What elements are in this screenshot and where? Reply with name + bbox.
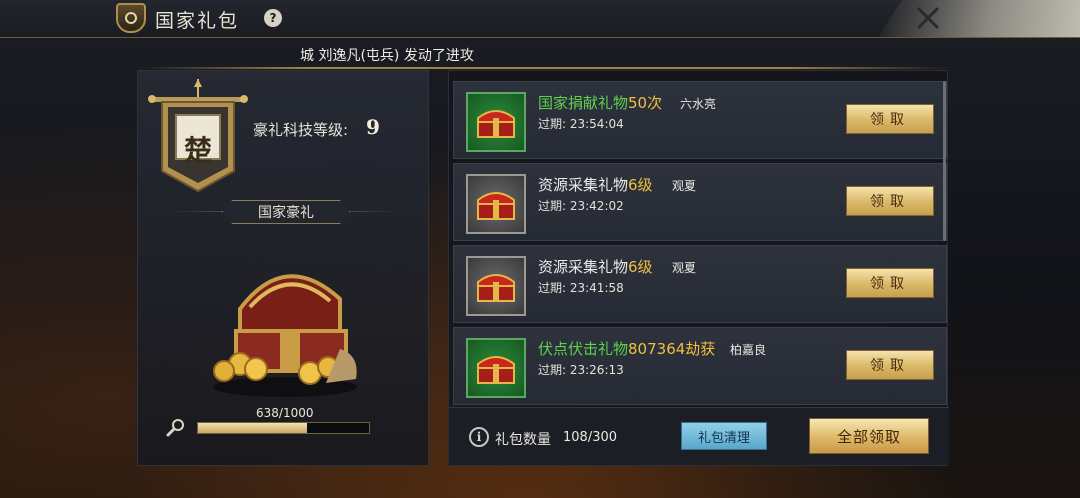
progress-bar-fill bbox=[198, 423, 308, 433]
magnifier-icon bbox=[166, 419, 184, 437]
gift-list-panel: 国家捐献礼物50次 六水亮 过期: 23:54:04 领取 资源采集礼物6级 观… bbox=[448, 70, 949, 466]
treasure-chest-image bbox=[213, 274, 357, 397]
notice-divider bbox=[140, 67, 948, 69]
tech-level-label: 豪礼科技等级: bbox=[253, 121, 349, 139]
gift-name: 资源采集礼物6级 bbox=[538, 174, 653, 195]
gift-emblem-icon bbox=[116, 3, 146, 33]
claim-button[interactable]: 领取 bbox=[846, 268, 934, 298]
gift-sender: 柏嘉良 bbox=[730, 343, 767, 357]
gift-expire-time: 过期: 23:26:13 bbox=[538, 363, 624, 377]
close-x-icon bbox=[917, 7, 939, 29]
gift-name-text: 伏点伏击礼物 bbox=[538, 340, 629, 358]
title-bar: 国家礼包 ? bbox=[0, 0, 1080, 38]
gift-name: 伏点伏击礼物807364劫获 bbox=[538, 338, 715, 359]
claim-all-button[interactable]: 全部领取 bbox=[809, 418, 929, 454]
progress-bar bbox=[197, 422, 370, 434]
gift-chest-icon bbox=[466, 256, 526, 316]
gift-name-highlight: 6级 bbox=[628, 176, 653, 194]
close-button[interactable] bbox=[878, 0, 1080, 37]
claim-button[interactable]: 领取 bbox=[846, 186, 934, 216]
claim-button[interactable]: 领取 bbox=[846, 104, 934, 134]
national-gift-panel: 楚 豪礼科技等级: 9 国家豪礼 638/1000 bbox=[137, 70, 429, 466]
gift-sender: 六水亮 bbox=[680, 97, 717, 111]
banner-character: 楚 bbox=[183, 134, 212, 167]
gift-name: 国家捐献礼物50次 bbox=[538, 92, 662, 113]
tech-level-value: 9 bbox=[366, 115, 380, 139]
gift-name-text: 资源采集礼物 bbox=[538, 258, 629, 276]
progress-text: 638/1000 bbox=[256, 406, 314, 420]
gift-name-highlight: 807364劫获 bbox=[628, 340, 716, 358]
clear-gifts-button[interactable]: 礼包清理 bbox=[681, 422, 767, 450]
battle-notice: 城 刘逸凡(屯兵) 发动了进攻 bbox=[300, 48, 474, 64]
gift-name-text: 国家捐献礼物 bbox=[538, 94, 629, 112]
gift-name-highlight: 6级 bbox=[628, 258, 653, 276]
info-icon[interactable]: i bbox=[469, 427, 489, 447]
gift-name: 资源采集礼物6级 bbox=[538, 256, 653, 277]
gift-count-value: 108/300 bbox=[563, 430, 618, 445]
gift-chest-icon bbox=[466, 174, 526, 234]
gift-footer: i 礼包数量 108/300 礼包清理 全部领取 bbox=[449, 407, 949, 465]
gift-row: 资源采集礼物6级 观夏 过期: 23:41:58 领取 bbox=[453, 245, 947, 323]
page-title: 国家礼包 bbox=[155, 10, 240, 32]
gift-sender: 观夏 bbox=[672, 261, 697, 275]
gift-sender: 观夏 bbox=[672, 179, 697, 193]
help-icon[interactable]: ? bbox=[264, 9, 282, 27]
section-title: 国家豪礼 bbox=[222, 200, 350, 224]
gift-chest-icon bbox=[466, 92, 526, 152]
gift-name-highlight: 50次 bbox=[628, 94, 663, 112]
gift-expire-time: 过期: 23:41:58 bbox=[538, 281, 624, 295]
gift-name-text: 资源采集礼物 bbox=[538, 176, 629, 194]
gift-count-label: 礼包数量 bbox=[495, 432, 551, 448]
gift-expire-time: 过期: 23:42:02 bbox=[538, 199, 624, 213]
gift-row: 国家捐献礼物50次 六水亮 过期: 23:54:04 领取 bbox=[453, 81, 947, 159]
gift-chest-icon bbox=[466, 338, 526, 398]
claim-button[interactable]: 领取 bbox=[846, 350, 934, 380]
scrollbar[interactable] bbox=[943, 81, 946, 241]
gift-row: 伏点伏击礼物807364劫获 柏嘉良 过期: 23:26:13 领取 bbox=[453, 327, 947, 405]
gift-expire-time: 过期: 23:54:04 bbox=[538, 117, 624, 131]
gift-row: 资源采集礼物6级 观夏 过期: 23:42:02 领取 bbox=[453, 163, 947, 241]
